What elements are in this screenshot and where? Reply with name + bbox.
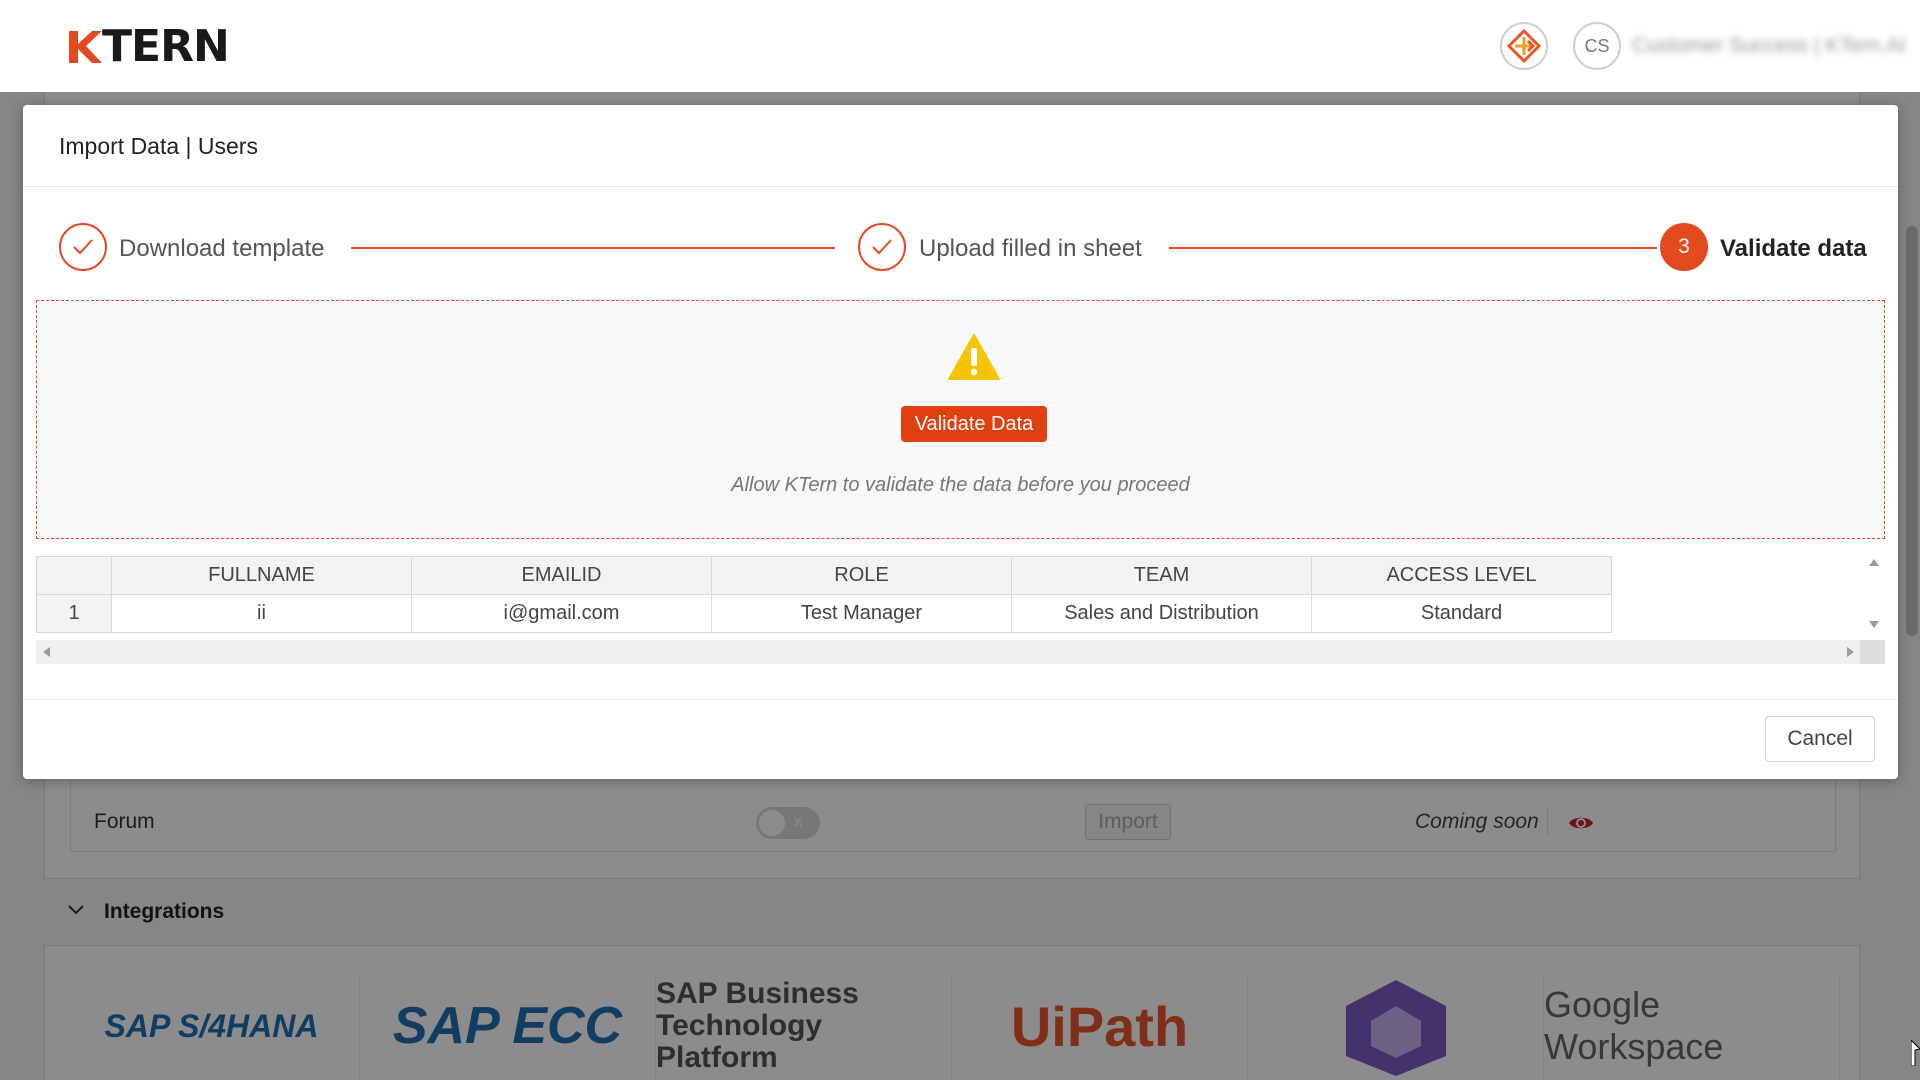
column-header-role[interactable]: ROLE: [711, 556, 1012, 595]
horizontal-scrollbar[interactable]: [36, 640, 1885, 664]
column-header-access-level[interactable]: ACCESS LEVEL: [1311, 556, 1612, 595]
user-avatar[interactable]: CS: [1573, 22, 1621, 70]
cancel-button[interactable]: Cancel: [1765, 716, 1875, 762]
cell-team[interactable]: Sales and Distribution: [1011, 594, 1312, 633]
step-1-indicator: [59, 223, 107, 271]
validate-hint: Allow KTern to validate the data before …: [731, 474, 1190, 496]
table-header-row: FULLNAME EMAILID ROLE TEAM ACCESS LEVEL: [36, 556, 1612, 595]
cell-role[interactable]: Test Manager: [711, 594, 1012, 633]
column-header-team[interactable]: TEAM: [1011, 556, 1312, 595]
step-connector: [351, 247, 835, 249]
cell-fullname[interactable]: ii: [111, 594, 412, 633]
logo-text: TERN: [102, 21, 230, 72]
mouse-cursor-icon: [1911, 1040, 1920, 1066]
column-header-emailid[interactable]: EMAILID: [411, 556, 712, 595]
cell-access-level[interactable]: Standard: [1311, 594, 1612, 633]
scroll-down-arrow-icon[interactable]: [1869, 621, 1879, 628]
page-scrollbar-thumb[interactable]: [1906, 226, 1918, 636]
users-table: FULLNAME EMAILID ROLE TEAM ACCESS LEVEL …: [36, 556, 1612, 633]
ktern-brand-icon: [1506, 28, 1542, 64]
row-number-header: [36, 556, 112, 595]
row-number: 1: [36, 594, 112, 633]
step-3-label: Validate data: [1720, 235, 1867, 262]
table-row: 1 ii i@gmail.com Test Manager Sales and …: [36, 594, 1612, 633]
import-data-modal: Import Data | Users Download template Up…: [23, 105, 1898, 779]
validate-panel: Validate Data Allow KTern to validate th…: [36, 300, 1885, 539]
check-icon: [872, 239, 892, 255]
step-2-indicator: [858, 223, 906, 271]
ktern-k-icon: [69, 31, 102, 63]
column-header-fullname[interactable]: FULLNAME: [111, 556, 412, 595]
scrollbar-corner: [1860, 640, 1885, 664]
data-grid: FULLNAME EMAILID ROLE TEAM ACCESS LEVEL …: [36, 551, 1885, 671]
cell-emailid[interactable]: i@gmail.com: [411, 594, 712, 633]
scroll-left-arrow-icon[interactable]: [43, 647, 50, 657]
scroll-right-arrow-icon[interactable]: [1847, 647, 1854, 657]
step-3-indicator: 3: [1660, 223, 1708, 271]
step-1-label: Download template: [119, 235, 325, 262]
product-switcher-button[interactable]: [1500, 22, 1548, 70]
ktern-logo[interactable]: TERN: [66, 21, 230, 72]
scroll-up-arrow-icon[interactable]: [1869, 559, 1879, 566]
validate-data-button[interactable]: Validate Data: [901, 406, 1047, 442]
modal-title: Import Data | Users: [59, 133, 258, 159]
check-icon: [73, 239, 93, 255]
warning-triangle-icon: [948, 334, 1000, 380]
modal-footer: [23, 699, 1898, 779]
modal-header: Import Data | Users: [23, 105, 1898, 187]
step-2-label: Upload filled in sheet: [919, 235, 1142, 262]
app-header: TERN CS Customer Success | KTern.AI: [0, 0, 1920, 92]
step-connector: [1169, 247, 1657, 249]
user-name[interactable]: Customer Success | KTern.AI: [1632, 34, 1906, 58]
